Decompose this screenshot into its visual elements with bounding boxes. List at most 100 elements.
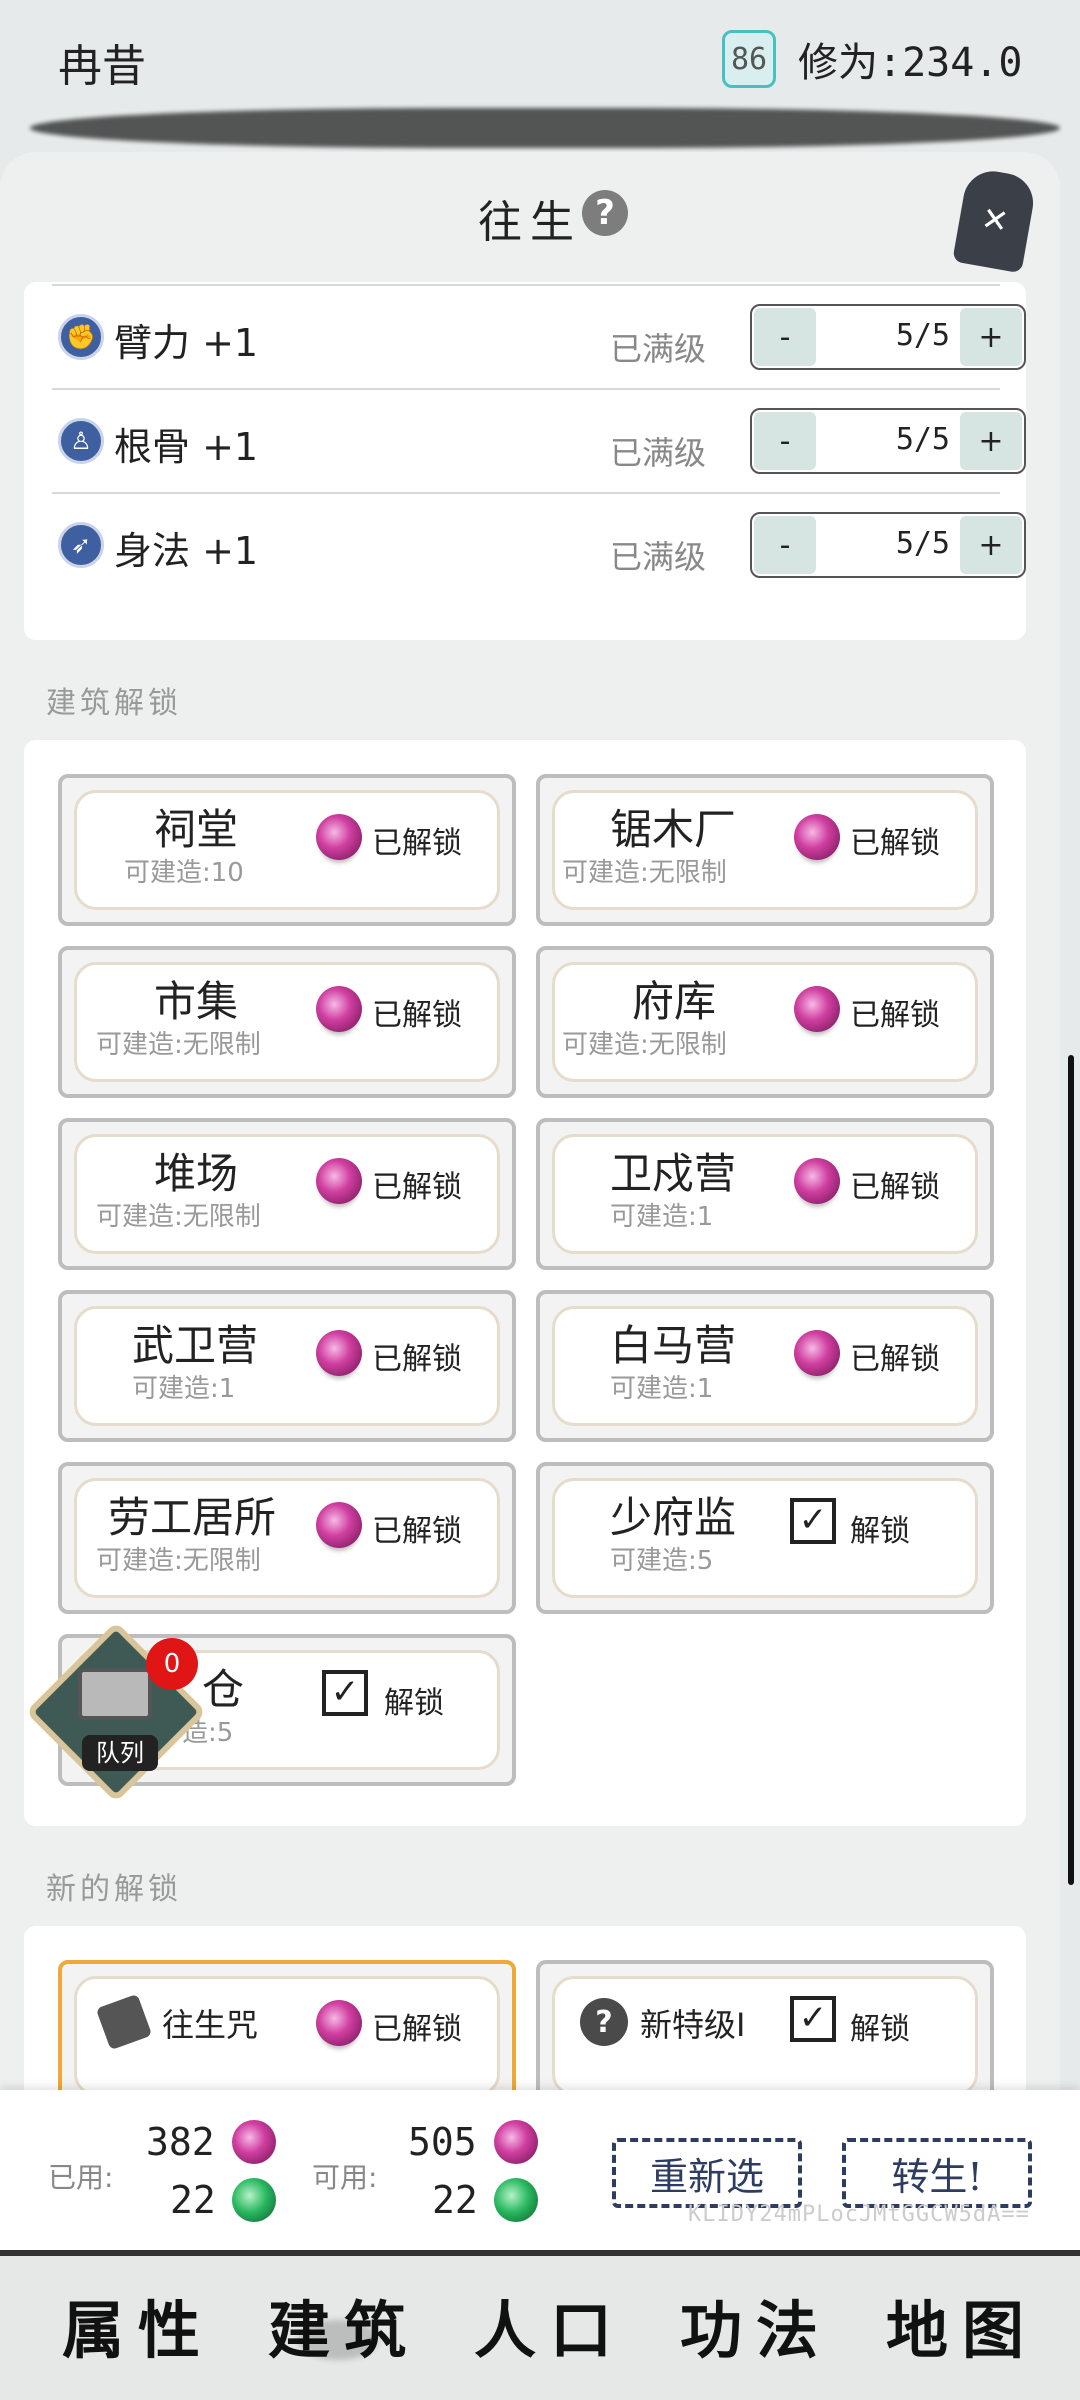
stat-label: 臂力 +1 bbox=[114, 321, 259, 365]
nav-tab-techniques[interactable]: 功法 bbox=[680, 2280, 832, 2370]
stat-row-agility: ➶ 身法 +1 已满级 - 5/5 + bbox=[52, 492, 1026, 596]
building-tile[interactable]: 祠堂 可建造:10 已解锁 bbox=[58, 774, 516, 926]
available-purple-value: 505 bbox=[408, 2120, 477, 2164]
level-stepper: - 5/5 + bbox=[750, 512, 1026, 578]
increment-button[interactable]: + bbox=[960, 516, 1022, 574]
unlock-checkbox[interactable]: ✓ bbox=[322, 1670, 368, 1716]
increment-button[interactable]: + bbox=[960, 308, 1022, 366]
purple-orb-icon bbox=[232, 2120, 276, 2164]
panel-title: 往生 bbox=[478, 197, 582, 248]
building-name: 祠堂 bbox=[154, 805, 239, 854]
reincarnate-button[interactable]: 转生! bbox=[842, 2138, 1032, 2208]
stat-row-strength: ✊ 臂力 +1 已满级 - 5/5 + bbox=[52, 284, 1026, 388]
stepper-value: 5/5 bbox=[895, 318, 950, 353]
unlock-status: 已解锁 bbox=[850, 1170, 940, 1205]
stepper-value: 5/5 bbox=[895, 526, 950, 561]
stat-label: 根骨 +1 bbox=[114, 425, 259, 469]
unlock-status: 已解锁 bbox=[372, 826, 462, 861]
unlock-checkbox[interactable]: ✓ bbox=[790, 1498, 836, 1544]
level-badge: 86 bbox=[722, 30, 776, 88]
body-icon: ♙ bbox=[58, 418, 104, 464]
session-hash: KLIDY24mPLocJMtGGCW5dA== bbox=[688, 2202, 1030, 2227]
build-limit: 可建造:无限制 bbox=[96, 1030, 261, 1060]
building-tile[interactable]: 卫戍营 可建造:1 已解锁 bbox=[536, 1118, 994, 1270]
available-green-value: 22 bbox=[432, 2178, 478, 2222]
building-tile[interactable]: 市集 可建造:无限制 已解锁 bbox=[58, 946, 516, 1098]
build-limit: 可建造:1 bbox=[132, 1374, 236, 1404]
stepper-value: 5/5 bbox=[895, 422, 950, 457]
build-limit: 可建造:10 bbox=[124, 858, 244, 888]
ink-divider bbox=[30, 108, 1060, 148]
increment-button[interactable]: + bbox=[960, 412, 1022, 470]
build-limit: 可建造:1 bbox=[610, 1202, 714, 1232]
build-limit: 可建造:无限制 bbox=[562, 1030, 727, 1060]
unlock-status: 已解锁 bbox=[850, 998, 940, 1033]
building-name: 市集 bbox=[154, 977, 239, 1026]
build-limit: 可建造:5 bbox=[610, 1546, 714, 1576]
used-purple-value: 382 bbox=[146, 2120, 215, 2164]
unlock-status: 已解锁 bbox=[372, 1514, 462, 1549]
unlock-status: 已解锁 bbox=[850, 1342, 940, 1377]
purple-orb-icon bbox=[316, 1330, 362, 1376]
bottom-nav: 属性 建筑 人口 功法 地图 bbox=[0, 2250, 1080, 2400]
top-bar: 冉昔 86 修为:234.0 bbox=[0, 0, 1080, 120]
building-tile[interactable]: 府库 可建造:无限制 已解锁 bbox=[536, 946, 994, 1098]
building-name: 锯木厂 bbox=[610, 805, 737, 854]
building-tile[interactable]: 堆场 可建造:无限制 已解锁 bbox=[58, 1118, 516, 1270]
nav-tab-map[interactable]: 地图 bbox=[886, 2280, 1038, 2370]
build-limit: 可建造:无限制 bbox=[96, 1546, 261, 1576]
unlock-checkbox[interactable]: ✓ bbox=[790, 1996, 836, 2042]
unlock-status: 已解锁 bbox=[372, 1170, 462, 1205]
queue-count-badge: 0 bbox=[146, 1638, 198, 1690]
purple-orb-icon bbox=[494, 2120, 538, 2164]
build-limit: 可建造:1 bbox=[610, 1374, 714, 1404]
close-icon[interactable]: ✕ bbox=[952, 166, 1038, 274]
decrement-button[interactable]: - bbox=[754, 308, 816, 366]
section-label-buildings: 建筑解锁 bbox=[46, 686, 182, 721]
stat-row-constitution: ♙ 根骨 +1 已满级 - 5/5 + bbox=[52, 388, 1026, 492]
unlock-status: 已解锁 bbox=[372, 1342, 462, 1377]
rebirth-panel: 往生 ? ✕ ✊ 臂力 +1 已满级 - 5/5 + ♙ 根骨 +1 已满级 -… bbox=[0, 152, 1060, 2246]
resource-summary: 已用: 382 22 可用: 505 22 重新选 转生! KLIDY24mPL… bbox=[0, 2090, 1080, 2250]
level-stepper: - 5/5 + bbox=[750, 408, 1026, 474]
building-name: 武卫营 bbox=[132, 1321, 259, 1370]
building-name: 少府监 bbox=[610, 1493, 737, 1542]
cultivation-value: 修为:234.0 bbox=[798, 40, 1023, 86]
stat-status: 已满级 bbox=[610, 330, 707, 368]
unlock-status: 已解锁 bbox=[372, 2012, 462, 2047]
unlock-status: 解锁 bbox=[384, 1686, 444, 1721]
level-stepper: - 5/5 + bbox=[750, 304, 1026, 370]
purple-orb-icon bbox=[316, 2000, 362, 2046]
decrement-button[interactable]: - bbox=[754, 412, 816, 470]
nav-tab-buildings[interactable]: 建筑 bbox=[268, 2280, 420, 2370]
building-name: 仓 bbox=[202, 1665, 245, 1714]
arm-icon: ✊ bbox=[58, 314, 104, 360]
boot-icon: ➶ bbox=[58, 522, 104, 568]
building-tile[interactable]: 少府监 可建造:5 ✓ 解锁 bbox=[536, 1462, 994, 1614]
decrement-button[interactable]: - bbox=[754, 516, 816, 574]
reselect-button[interactable]: 重新选 bbox=[612, 2138, 802, 2208]
purple-orb-icon bbox=[316, 814, 362, 860]
unlock-status: 解锁 bbox=[850, 1514, 910, 1549]
building-tile[interactable]: 武卫营 可建造:1 已解锁 bbox=[58, 1290, 516, 1442]
unlock-name: 新特级I bbox=[640, 2006, 746, 2044]
build-limit: 可建造:无限制 bbox=[96, 1202, 261, 1232]
question-icon: ? bbox=[580, 1998, 628, 2046]
nav-tab-attributes[interactable]: 属性 bbox=[62, 2280, 214, 2370]
building-name: 卫戍营 bbox=[610, 1149, 737, 1198]
building-tile[interactable]: 劳工居所 可建造:无限制 已解锁 bbox=[58, 1462, 516, 1614]
purple-orb-icon bbox=[794, 814, 840, 860]
unlock-status: 已解锁 bbox=[372, 998, 462, 1033]
green-orb-icon bbox=[232, 2178, 276, 2222]
unlock-status: 解锁 bbox=[850, 2012, 910, 2047]
scrollbar[interactable] bbox=[1068, 1055, 1074, 1885]
available-label: 可用: bbox=[312, 2161, 378, 2194]
player-name: 冉昔 bbox=[58, 41, 146, 92]
building-tile[interactable]: 锯木厂 可建造:无限制 已解锁 bbox=[536, 774, 994, 926]
stat-list: ✊ 臂力 +1 已满级 - 5/5 + ♙ 根骨 +1 已满级 - 5/5 + … bbox=[24, 282, 1026, 640]
stat-status: 已满级 bbox=[610, 434, 707, 472]
used-label: 已用: bbox=[48, 2161, 114, 2194]
building-tile[interactable]: 白马营 可建造:1 已解锁 bbox=[536, 1290, 994, 1442]
nav-tab-population[interactable]: 人口 bbox=[474, 2280, 626, 2370]
help-icon[interactable]: ? bbox=[582, 190, 628, 236]
